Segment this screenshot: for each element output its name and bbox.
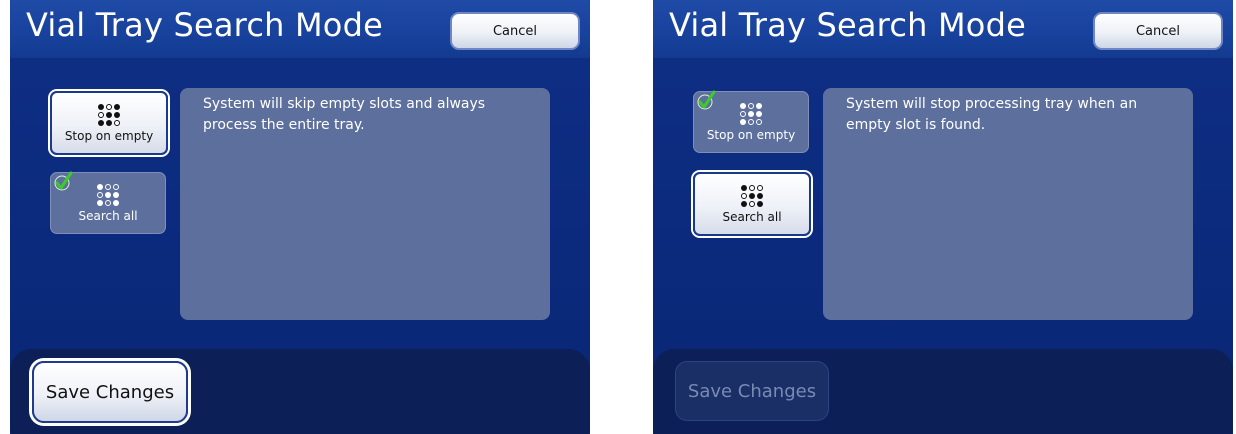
option-stop-on-empty[interactable]: Stop on empty — [50, 91, 168, 155]
screen-left: Vial Tray Search Mode Cancel System will… — [10, 0, 590, 434]
option-label: Search all — [78, 208, 138, 223]
grid-search-icon — [740, 184, 764, 207]
option-label: Stop on empty — [64, 128, 154, 143]
save-changes-button: Save Changes — [675, 361, 829, 421]
page-title: Vial Tray Search Mode — [26, 6, 383, 44]
header: Vial Tray Search Mode Cancel — [653, 0, 1233, 58]
option-search-all[interactable]: Search all — [50, 171, 166, 234]
checkmark-icon — [54, 171, 73, 191]
save-changes-button[interactable]: Save Changes — [32, 361, 188, 423]
screen-right: Vial Tray Search Mode Cancel System will… — [653, 0, 1233, 434]
page-title: Vial Tray Search Mode — [669, 6, 1026, 44]
header: Vial Tray Search Mode Cancel — [10, 0, 590, 58]
cancel-button[interactable]: Cancel — [450, 12, 580, 50]
description-text: System will skip empty slots and always … — [203, 96, 486, 133]
option-label: Stop on empty — [706, 127, 796, 142]
cancel-button[interactable]: Cancel — [1093, 12, 1223, 50]
description-text: System will stop processing tray when an… — [846, 96, 1138, 133]
option-search-all[interactable]: Search all — [693, 172, 811, 236]
grid-stop-icon — [97, 103, 121, 126]
option-stop-on-empty[interactable]: Stop on empty — [693, 90, 809, 153]
option-label: Search all — [722, 209, 782, 224]
grid-stop-icon — [739, 102, 763, 125]
grid-search-icon — [96, 183, 120, 206]
checkmark-icon — [697, 90, 716, 110]
